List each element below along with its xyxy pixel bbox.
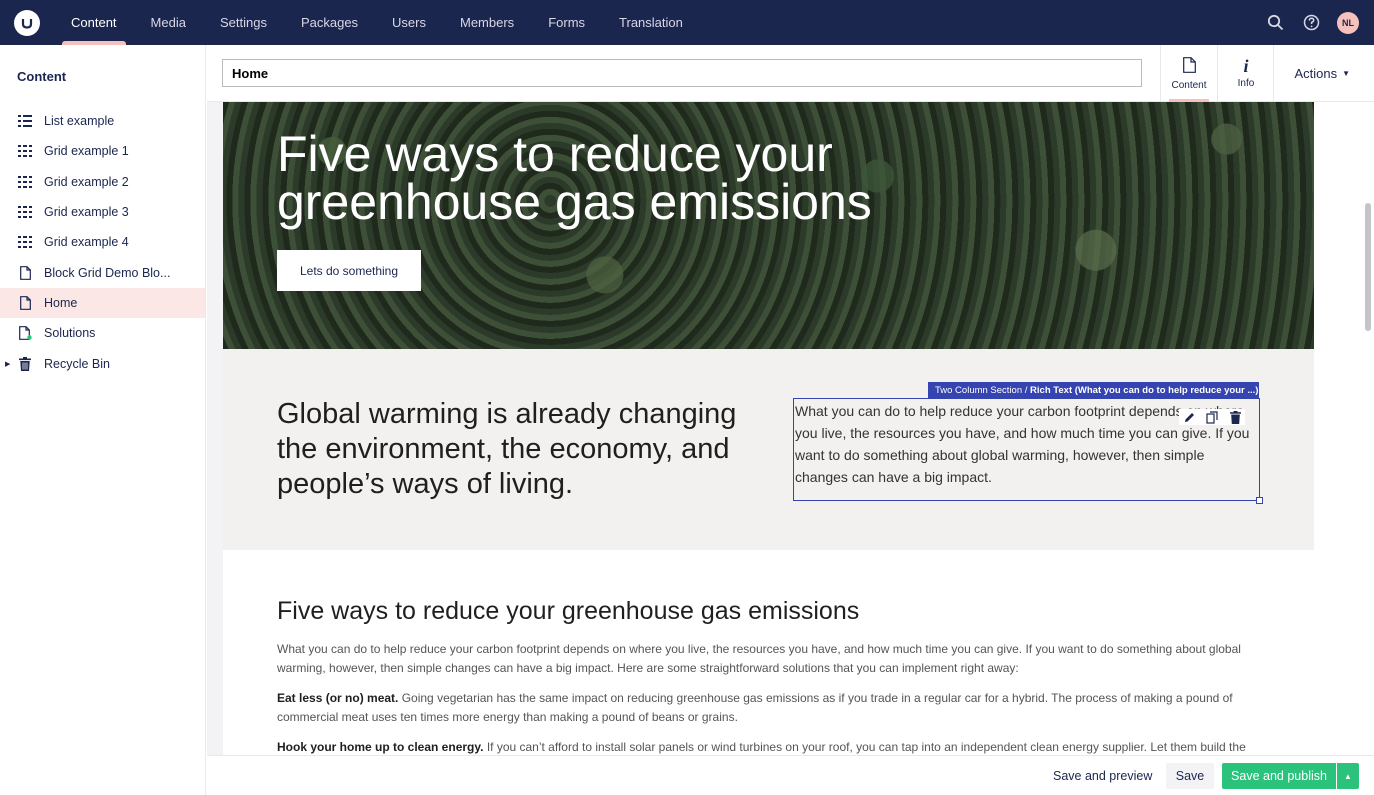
tree-item-grid-example-1[interactable]: Grid example 1 bbox=[0, 136, 205, 166]
publish-options-caret-icon[interactable]: ▲ bbox=[1337, 763, 1359, 789]
resize-handle[interactable] bbox=[1256, 497, 1263, 504]
tab-label: Info bbox=[1237, 78, 1255, 89]
save-and-preview-button[interactable]: Save and preview bbox=[1042, 763, 1163, 789]
article-intro: What you can do to help reduce your carb… bbox=[277, 642, 1241, 675]
document-icon bbox=[18, 326, 32, 341]
top-right-tools: NL bbox=[1265, 0, 1359, 45]
paragraph-text: Going vegetarian has the same impact on … bbox=[277, 691, 1233, 724]
caret-down-icon: ▼ bbox=[1342, 69, 1350, 78]
document-icon bbox=[1182, 56, 1196, 76]
tree-item-grid-example-2[interactable]: Grid example 2 bbox=[0, 167, 205, 197]
node-name-input[interactable] bbox=[222, 59, 1142, 87]
tree-item-recycle-bin[interactable]: ▶ Recycle Bin bbox=[0, 348, 205, 378]
nav-item-content[interactable]: Content bbox=[54, 0, 134, 45]
label-prefix: Two Column Section / bbox=[935, 384, 1028, 396]
rich-text-block[interactable]: What you can do to help reduce your carb… bbox=[793, 398, 1263, 504]
tree-item-list-example[interactable]: List example bbox=[0, 106, 205, 136]
delete-icon[interactable] bbox=[1228, 410, 1242, 424]
hero-cta-button[interactable]: Lets do something bbox=[277, 250, 421, 291]
tree-item-grid-example-3[interactable]: Grid example 3 bbox=[0, 197, 205, 227]
document-icon bbox=[18, 265, 32, 280]
tab-info[interactable]: i Info bbox=[1217, 45, 1274, 102]
nav-item-members[interactable]: Members bbox=[443, 0, 531, 45]
tree-item-label: Grid example 1 bbox=[44, 144, 129, 159]
tree-item-label: Grid example 2 bbox=[44, 174, 129, 189]
paragraph-text: If you can’t afford to install solar pan… bbox=[483, 740, 1246, 754]
sidebar-title: Content bbox=[17, 69, 67, 84]
umbraco-logo[interactable] bbox=[14, 9, 40, 36]
actions-dropdown[interactable]: Actions ▼ bbox=[1294, 45, 1350, 102]
vertical-scrollbar[interactable] bbox=[1361, 102, 1374, 755]
hero-title: Five ways to reduce your greenhouse gas … bbox=[277, 126, 872, 230]
label-block-name: Rich Text (What you can do to help reduc… bbox=[1030, 384, 1259, 396]
tree-item-label: Recycle Bin bbox=[44, 356, 110, 371]
save-and-publish-button[interactable]: Save and publish bbox=[1222, 763, 1336, 789]
grid-icon bbox=[18, 205, 32, 219]
nav-item-packages[interactable]: Packages bbox=[284, 0, 375, 45]
actions-container: Actions ▼ bbox=[1273, 45, 1374, 102]
expand-caret-icon[interactable]: ▶ bbox=[5, 360, 10, 368]
top-navigation: Content Media Settings Packages Users Me… bbox=[0, 0, 1374, 45]
grid-icon bbox=[18, 235, 32, 249]
document-icon bbox=[18, 296, 32, 310]
tree-item-label: Grid example 3 bbox=[44, 205, 129, 220]
nav-item-translation[interactable]: Translation bbox=[602, 0, 700, 45]
article-heading: Five ways to reduce your greenhouse gas … bbox=[277, 597, 860, 625]
tree-item-label: Block Grid Demo Blo... bbox=[44, 265, 171, 280]
nav-item-forms[interactable]: Forms bbox=[531, 0, 602, 45]
tree-item-label: Home bbox=[44, 295, 78, 310]
nav-item-media[interactable]: Media bbox=[134, 0, 203, 45]
paragraph-lead: Hook your home up to clean energy. bbox=[277, 740, 484, 754]
trash-icon bbox=[18, 356, 32, 371]
block-breadcrumb-label: Two Column Section / Rich Text (What you… bbox=[928, 382, 1259, 398]
hero-block[interactable]: Five ways to reduce your greenhouse gas … bbox=[223, 102, 1314, 349]
nav-item-users[interactable]: Users bbox=[375, 0, 443, 45]
help-icon[interactable] bbox=[1301, 13, 1321, 33]
content-tree-sidebar: Content List example Grid example 1 Grid… bbox=[0, 45, 206, 795]
paragraph-lead: Eat less (or no) meat. bbox=[277, 691, 399, 705]
article-paragraph-2: Hook your home up to clean energy. If yo… bbox=[277, 738, 1252, 755]
tree-item-label: Grid example 4 bbox=[44, 235, 129, 250]
search-icon[interactable] bbox=[1265, 13, 1285, 33]
tree-item-label: Solutions bbox=[44, 326, 96, 341]
edit-icon[interactable] bbox=[1182, 410, 1196, 424]
editor-footer: Save and preview Save Save and publish ▲ bbox=[207, 755, 1374, 795]
actions-label: Actions bbox=[1294, 66, 1338, 81]
user-avatar[interactable]: NL bbox=[1337, 11, 1359, 34]
editor-header: Content i Info Actions ▼ bbox=[207, 45, 1374, 102]
nav-item-settings[interactable]: Settings bbox=[203, 0, 284, 45]
tab-content[interactable]: Content bbox=[1160, 45, 1217, 102]
tab-label: Content bbox=[1171, 79, 1207, 91]
tree-item-block-grid-demo[interactable]: Block Grid Demo Blo... bbox=[0, 257, 205, 287]
article-block[interactable]: Five ways to reduce your greenhouse gas … bbox=[277, 597, 1252, 755]
grid-icon bbox=[18, 144, 32, 158]
grid-icon bbox=[18, 114, 32, 128]
scrollbar-thumb[interactable] bbox=[1365, 203, 1371, 331]
info-icon: i bbox=[1243, 56, 1249, 76]
save-button[interactable]: Save bbox=[1166, 763, 1214, 789]
article-paragraph-1: Eat less (or no) meat. Going vegetarian … bbox=[277, 689, 1252, 727]
tree-item-solutions[interactable]: Solutions bbox=[0, 318, 205, 348]
block-grid-canvas: Five ways to reduce your greenhouse gas … bbox=[207, 102, 1347, 755]
left-column-text: Global warming is already changing the e… bbox=[277, 398, 737, 500]
two-column-section[interactable]: Global warming is already changing the e… bbox=[223, 349, 1314, 550]
tree-item-home[interactable]: Home bbox=[0, 287, 205, 319]
tree-item-grid-example-4[interactable]: Grid example 4 bbox=[0, 227, 205, 257]
block-toolbar bbox=[1179, 409, 1245, 425]
section-nav: Content Media Settings Packages Users Me… bbox=[54, 0, 700, 45]
grid-icon bbox=[18, 175, 32, 189]
tree-item-label: List example bbox=[44, 114, 115, 129]
copy-icon[interactable] bbox=[1205, 410, 1219, 424]
